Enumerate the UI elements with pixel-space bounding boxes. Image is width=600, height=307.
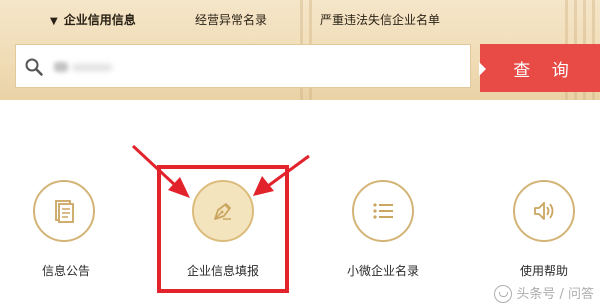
search-input[interactable] xyxy=(54,54,458,80)
search-button[interactable]: 查 询 xyxy=(479,44,600,92)
button-notch xyxy=(479,62,486,76)
speaker-icon xyxy=(513,180,575,242)
feature-label: 使用帮助 xyxy=(519,264,568,278)
watermark: 头条号 / 问答 xyxy=(494,283,594,303)
top-tab-bar: ▼ 企业信用信息 经营异常名录 严重违法失信企业名单 xyxy=(0,0,600,40)
smile-logo xyxy=(494,285,513,303)
document-icon xyxy=(33,180,95,242)
tab-abnormal-operation-list[interactable]: 经营异常名录 xyxy=(195,11,267,28)
list-icon xyxy=(352,180,414,242)
highlight-box xyxy=(157,165,289,293)
caret-down-icon: ▼ xyxy=(50,16,58,27)
feature-label: 小微企业名录 xyxy=(346,264,419,278)
feature-label: 信息公告 xyxy=(41,264,90,278)
tab-serious-violation-list[interactable]: 严重违法失信企业名单 xyxy=(320,11,440,28)
search-icon xyxy=(24,57,44,77)
tab-enterprise-credit-info[interactable]: ▼ 企业信用信息 xyxy=(50,11,136,28)
